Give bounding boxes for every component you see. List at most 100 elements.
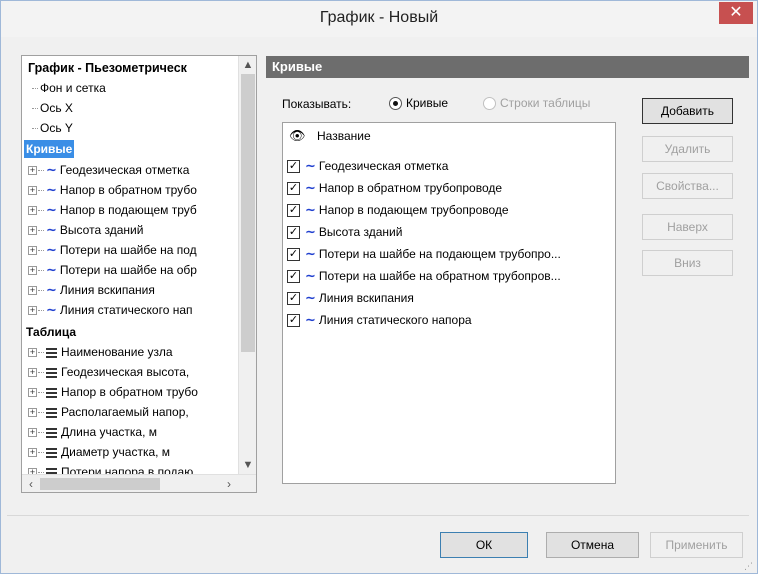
chevron-up-icon[interactable]: ▲ (239, 56, 256, 74)
list-item[interactable]: ✓ ∼ Линия вскипания (287, 287, 414, 309)
checkbox[interactable]: ✓ (287, 248, 300, 262)
tree-curve-item[interactable]: + ∼ Высота зданий (28, 220, 143, 240)
curve-icon: ∼ (305, 290, 316, 305)
tree-connector (32, 108, 38, 110)
tree-section-table[interactable]: Таблица (26, 322, 76, 342)
tree-table-item[interactable]: + Наименование узла (28, 342, 173, 362)
tree-connector (38, 210, 44, 212)
list-item[interactable]: ✓ ∼ Потери на шайбе на подающем трубопро..… (287, 243, 561, 265)
expand-icon[interactable]: + (28, 186, 37, 196)
tree-root-item[interactable]: График - Пьезометрическ (28, 58, 187, 78)
chevron-down-icon[interactable]: ▼ (239, 456, 256, 474)
list-item-label: Потери на шайбе на подающем трубопро... (318, 247, 561, 261)
expand-icon[interactable]: + (28, 226, 37, 236)
list-item[interactable]: ✓ ∼ Потери на шайбе на обратном трубопров.… (287, 265, 561, 287)
expand-icon[interactable]: + (28, 206, 37, 216)
tree-item-axis-x[interactable]: Ось X (32, 98, 73, 118)
delete-button[interactable]: Удалить (642, 136, 733, 162)
tree-table-item[interactable]: + Длина участка, м (28, 422, 157, 442)
tree-vertical-scrollbar[interactable]: ▲ ▼ (238, 56, 256, 474)
expand-icon[interactable]: + (28, 448, 37, 458)
add-button[interactable]: Добавить (642, 98, 733, 124)
tree-curve-item[interactable]: + ∼ Линия вскипания (28, 280, 155, 300)
ok-button[interactable]: ОК (440, 532, 528, 558)
expand-icon[interactable]: + (28, 368, 37, 378)
properties-button[interactable]: Свойства... (642, 173, 733, 199)
tree-connector (38, 310, 44, 312)
expand-icon[interactable]: + (28, 266, 37, 276)
tree-item-label: Потери напора в подаю (61, 465, 194, 474)
checkbox[interactable]: ✓ (287, 270, 300, 284)
tree-horizontal-scrollbar[interactable]: ‹ › (22, 474, 256, 492)
tree-table-item[interactable]: + Диаметр участка, м (28, 442, 170, 462)
curve-icon: ∼ (46, 242, 57, 257)
expand-icon[interactable]: + (28, 348, 37, 358)
checkbox[interactable]: ✓ (287, 226, 300, 240)
tree-connector (32, 88, 38, 90)
scroll-thumb[interactable] (40, 478, 160, 490)
checkbox[interactable]: ✓ (287, 182, 300, 196)
tree-table-item[interactable]: + Располагаемый напор, (28, 402, 189, 422)
checkbox[interactable]: ✓ (287, 314, 300, 328)
title-bar: График - Новый ✕ (1, 1, 757, 37)
tree-item-axis-y[interactable]: Ось Y (32, 118, 73, 138)
move-down-button[interactable]: Вниз (642, 250, 733, 276)
table-lines-icon (46, 366, 57, 380)
table-lines-icon (46, 466, 57, 474)
close-icon[interactable]: ✕ (719, 2, 753, 24)
list-item[interactable]: ✓ ∼ Линия статического напора (287, 309, 472, 331)
tree-table-item[interactable]: + Геодезическая высота, (28, 362, 189, 382)
tree-connector (38, 230, 44, 232)
apply-button[interactable]: Применить (650, 532, 743, 558)
settings-tree[interactable]: График - Пьезометрическ Фон и сетка Ось … (21, 55, 257, 493)
tree-table-item[interactable]: + Напор в обратном трубо (28, 382, 198, 402)
checkbox[interactable]: ✓ (287, 204, 300, 218)
tree-table-item[interactable]: + Потери напора в подаю (28, 462, 193, 474)
resize-grip-icon[interactable]: ⋰ (744, 561, 754, 571)
tree-item-label: Потери на шайбе на обр (59, 263, 197, 277)
scroll-thumb[interactable] (241, 74, 255, 352)
expand-icon[interactable]: + (28, 408, 37, 418)
cancel-button[interactable]: Отмена (546, 532, 639, 558)
tree-connector (38, 432, 44, 434)
expand-icon[interactable]: + (28, 286, 37, 296)
tree-curve-item[interactable]: + ∼ Потери на шайбе на обр (28, 260, 197, 280)
table-lines-icon (46, 346, 57, 360)
expand-icon[interactable]: + (28, 166, 37, 176)
tree-section-curves[interactable]: Кривые (24, 140, 75, 158)
tree-curve-item[interactable]: + ∼ Напор в обратном трубо (28, 180, 197, 200)
expand-icon[interactable]: + (28, 428, 37, 438)
expand-icon[interactable]: + (28, 306, 37, 316)
tree-item-label: Напор в обратном трубо (59, 183, 197, 197)
tree-curve-item[interactable]: + ∼ Напор в подающем труб (28, 200, 197, 220)
radio-table-rows[interactable]: Строки таблицы (483, 96, 590, 110)
curves-list[interactable]: 👁 Название ✓ ∼ Геодезическая отметка ✓ ∼ Нап… (282, 122, 616, 484)
tree-curve-item[interactable]: + ∼ Линия статического нап (28, 300, 193, 320)
checkbox[interactable]: ✓ (287, 292, 300, 306)
expand-icon[interactable]: + (28, 388, 37, 398)
tree-item-background[interactable]: Фон и сетка (32, 78, 106, 98)
tree-curve-item[interactable]: + ∼ Геодезическая отметка (28, 160, 189, 180)
eye-icon[interactable]: 👁 (289, 123, 306, 149)
radio-curves[interactable]: Кривые (389, 96, 448, 110)
show-label: Показывать: (282, 97, 352, 111)
tree-curve-item[interactable]: + ∼ Потери на шайбе на под (28, 240, 197, 260)
expand-icon[interactable]: + (28, 246, 37, 256)
tree-item-label: Наименование узла (61, 345, 173, 359)
tree-connector (38, 352, 44, 354)
footer-divider (7, 515, 749, 516)
radio-selected-icon (389, 96, 402, 110)
list-item[interactable]: ✓ ∼ Геодезическая отметка (287, 155, 448, 177)
list-item[interactable]: ✓ ∼ Напор в подающем трубопроводе (287, 199, 509, 221)
tree-connector (38, 270, 44, 272)
radio-icon (483, 96, 496, 110)
list-item[interactable]: ✓ ∼ Высота зданий (287, 221, 402, 243)
checkbox[interactable]: ✓ (287, 160, 300, 174)
move-up-button[interactable]: Наверх (642, 214, 733, 240)
list-item[interactable]: ✓ ∼ Напор в обратном трубопроводе (287, 177, 502, 199)
tree-content: График - Пьезометрическ Фон и сетка Ось … (22, 56, 238, 474)
chevron-left-icon[interactable]: ‹ (22, 475, 40, 492)
column-header-name[interactable]: Название (317, 123, 371, 149)
chevron-right-icon[interactable]: › (220, 475, 238, 492)
list-item-label: Напор в обратном трубопроводе (318, 181, 503, 195)
